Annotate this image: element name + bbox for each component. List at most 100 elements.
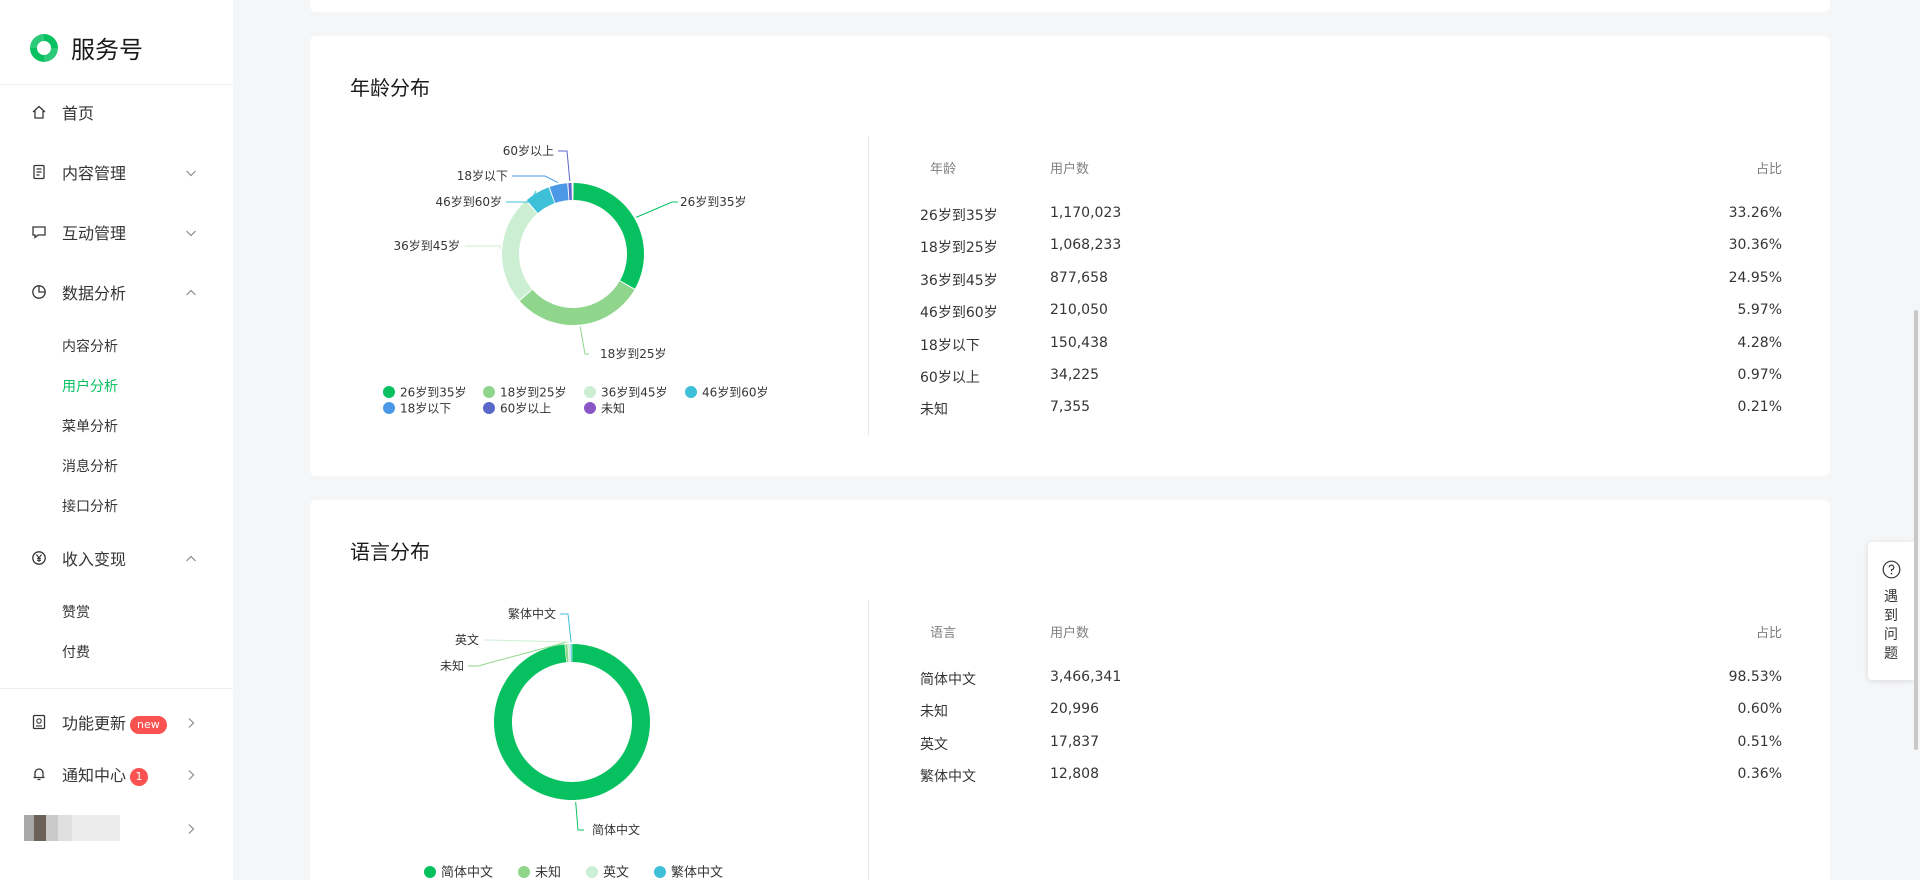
app-logo[interactable]: 服务号 (27, 30, 143, 65)
sidebar-subitem-user-analysis[interactable]: 用户分析 (62, 376, 118, 396)
donut-slice[interactable] (568, 183, 572, 201)
legend-swatch (584, 402, 596, 414)
sidebar-item-data-analysis[interactable]: 数据分析 (0, 272, 233, 312)
comment-icon (32, 226, 46, 239)
sidebar-item-label: 互动管理 (62, 224, 127, 243)
table-cell-label: 未知 (920, 402, 948, 419)
legend-item[interactable]: 60岁以上 (500, 401, 551, 416)
slice-label: 46岁到60岁 (435, 194, 502, 209)
help-button[interactable]: 遇到问题 (1868, 542, 1914, 680)
previous-card (310, 0, 1830, 12)
sidebar-item-home[interactable]: 首页 (0, 92, 233, 132)
sidebar-subitem-message-analysis[interactable]: 消息分析 (62, 456, 118, 476)
scrollbar[interactable] (1914, 310, 1918, 750)
legend-item[interactable]: 18岁到25岁 (500, 385, 567, 400)
table-cell-users: 17,837 (1050, 733, 1099, 750)
donut-slice[interactable] (519, 281, 635, 325)
legend-swatch (424, 866, 436, 878)
table-cell-label: 繁体中文 (920, 769, 976, 786)
chevron-down-icon (186, 170, 196, 177)
language-donut-chart: 简体中文未知英文繁体中文简体中文 未知 英文 繁体中文 (424, 606, 723, 880)
legend-item[interactable]: 简体中文 (441, 865, 493, 880)
logo-icon (30, 33, 58, 62)
slice-label: 26岁到35岁 (680, 194, 747, 209)
donut-slice[interactable] (494, 644, 650, 800)
app-title: 服务号 (71, 36, 143, 64)
slice-label: 60岁以上 (503, 143, 554, 158)
table-cell-percent: 33.26% (1728, 205, 1782, 221)
yen-icon (32, 551, 46, 565)
slice-label: 18岁以下 (457, 168, 508, 183)
sidebar-item-label: 收入变现 (62, 550, 127, 569)
table-cell-percent: 98.53% (1728, 669, 1782, 685)
help-label: 遇到问题 (1884, 589, 1898, 662)
sidebar-subitem-reward[interactable]: 赞赏 (62, 602, 90, 622)
leader-line (465, 245, 501, 250)
age-donut-chart: 26岁到35岁 18岁到25岁 36岁到45岁 46岁到60岁 18岁以下 60岁以上 26… (383, 143, 769, 416)
leader-line (483, 639, 569, 643)
legend-item[interactable]: 46岁到60岁 (702, 385, 769, 400)
legend-item[interactable]: 36岁到45岁 (601, 385, 668, 400)
legend-item[interactable]: 未知 (601, 402, 625, 416)
document-icon (33, 164, 45, 180)
table-cell-percent: 0.36% (1737, 766, 1782, 783)
sidebar: 服务号 首页 内容管理 互动管理 数据分析 内容分析 用户分析 菜单分析 消息分… (0, 0, 233, 880)
table-header-users: 用户数 (1050, 626, 1090, 641)
table-cell-users: 3,466,341 (1050, 669, 1122, 685)
table-cell-label: 未知 (920, 704, 948, 721)
table-cell-users: 7,355 (1050, 399, 1091, 416)
table-cell-users: 1,170,023 (1050, 205, 1122, 221)
legend-swatch (586, 866, 598, 878)
donut-slice[interactable] (573, 183, 644, 289)
sidebar-subitem-menu-analysis[interactable]: 菜单分析 (62, 416, 118, 436)
sidebar-item-monetization[interactable]: 收入变现 (0, 538, 233, 578)
table-cell-percent: 0.60% (1737, 701, 1782, 718)
legend-item[interactable]: 英文 (603, 866, 629, 880)
donut-slice[interactable] (568, 644, 571, 663)
leader-line (635, 201, 678, 218)
card-divider (868, 136, 869, 436)
sidebar-subitem-content-analysis[interactable]: 内容分析 (62, 336, 118, 356)
slice-label: 36岁到45岁 (393, 238, 460, 253)
legend-item[interactable]: 26岁到35岁 (400, 385, 467, 400)
table-header-percent: 占比 (1755, 162, 1782, 177)
table-cell-label: 26岁到35岁 (920, 208, 998, 224)
chevron-right-icon (188, 770, 195, 780)
table-cell-percent: 0.21% (1737, 399, 1782, 416)
table-header-users: 用户数 (1050, 162, 1090, 177)
donut-slice[interactable] (502, 200, 538, 301)
sidebar-item-label: 通知中心 (62, 766, 127, 785)
legend-item[interactable]: 18岁以下 (400, 401, 451, 416)
table-cell-label: 46岁到60岁 (920, 305, 998, 322)
sidebar-subitem-paid[interactable]: 付费 (62, 642, 90, 662)
table-cell-users: 877,658 (1050, 269, 1108, 286)
sidebar-item-feature-updates[interactable]: 功能更新 new (0, 702, 233, 742)
sidebar-item-notifications[interactable]: 通知中心 1 (0, 754, 233, 794)
legend-swatch (654, 866, 666, 878)
sidebar-subitem-api-analysis[interactable]: 接口分析 (62, 496, 118, 516)
sidebar-item-label: 内容管理 (62, 164, 127, 183)
age-distribution-card: 年龄分布 26岁到35岁 18岁到25岁 36岁到45岁 46岁到60岁 18岁以下 60… (310, 36, 1830, 476)
sidebar-item-interaction[interactable]: 互动管理 (0, 212, 233, 252)
legend-item[interactable]: 繁体中文 (671, 865, 723, 880)
legend-item[interactable]: 未知 (535, 865, 561, 880)
feature-updates-label-wrap: 功能更新 new (62, 710, 167, 734)
sidebar-item-content[interactable]: 内容管理 (0, 152, 233, 192)
table-cell-label: 18岁以下 (920, 337, 980, 354)
legend-swatch (383, 386, 395, 398)
chevron-right-icon[interactable] (184, 822, 198, 836)
leader-line (579, 326, 589, 355)
table-header-language: 语言 (930, 626, 957, 641)
question-icon (1882, 560, 1901, 579)
table-cell-users: 210,050 (1050, 302, 1108, 319)
slice-label: 英文 (455, 632, 479, 647)
table-cell-users: 34,225 (1050, 367, 1099, 383)
table-cell-percent: 30.36% (1728, 237, 1782, 254)
home-icon (32, 105, 46, 119)
avatar[interactable] (24, 815, 120, 841)
sidebar-item-label: 首页 (62, 104, 95, 123)
table-cell-users: 20,996 (1050, 701, 1099, 718)
table-cell-label: 简体中文 (920, 672, 976, 688)
bell-icon (33, 768, 45, 781)
donut-slice[interactable] (570, 644, 572, 663)
